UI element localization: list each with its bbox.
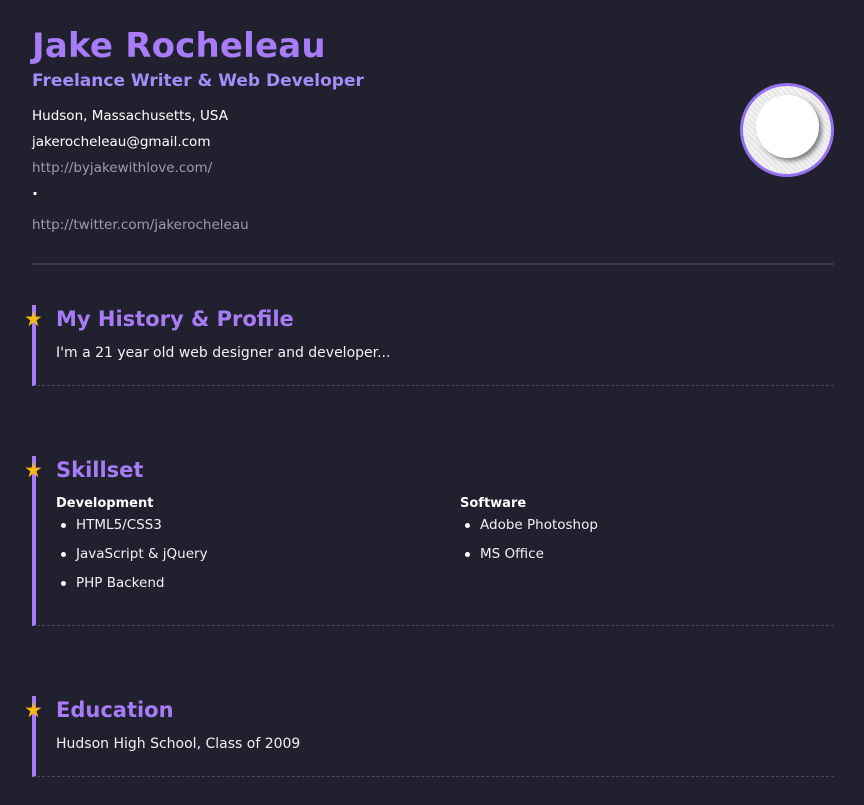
avatar-image: [756, 95, 819, 158]
star-icon: ★: [24, 307, 43, 331]
skill-item: PHP Backend: [56, 574, 208, 603]
skill-list: Adobe Photoshop MS Office: [460, 516, 598, 574]
section-title-skillset: Skillset: [56, 458, 144, 482]
website-link[interactable]: http://byjakewithlove.com/: [32, 160, 212, 176]
skill-group-heading: Development: [56, 496, 154, 511]
history-text: I'm a 21 year old web designer and devel…: [56, 345, 391, 361]
skill-item: HTML5/CSS3: [56, 516, 208, 545]
section-title-history: My History & Profile: [56, 307, 294, 331]
resume-header: Jake Rocheleau Freelance Writer & Web De…: [32, 24, 834, 264]
section-history: ★ My History & Profile I'm a 21 year old…: [24, 305, 834, 386]
skill-item: Adobe Photoshop: [460, 516, 598, 545]
section-education: ★ Education Hudson High School, Class of…: [24, 696, 834, 777]
full-name: Jake Rocheleau: [32, 26, 326, 66]
header-divider: [32, 263, 834, 265]
separator-dot: ·: [32, 184, 39, 203]
job-tagline: Freelance Writer & Web Developer: [32, 71, 364, 91]
skill-group-software: Software Adobe Photoshop MS Office: [460, 496, 598, 574]
star-icon: ★: [24, 698, 43, 722]
avatar: [740, 83, 834, 177]
section-title-education: Education: [56, 698, 174, 722]
twitter-link[interactable]: http://twitter.com/jakerocheleau: [32, 217, 249, 233]
skill-list: HTML5/CSS3 JavaScript & jQuery PHP Backe…: [56, 516, 208, 603]
skill-item: JavaScript & jQuery: [56, 545, 208, 574]
email-address: jakerocheleau@gmail.com: [32, 134, 211, 150]
education-text: Hudson High School, Class of 2009: [56, 736, 301, 752]
location: Hudson, Massachusetts, USA: [32, 108, 228, 124]
star-icon: ★: [24, 458, 43, 482]
skill-group-development: Development HTML5/CSS3 JavaScript & jQue…: [56, 496, 208, 603]
section-skillset: ★ Skillset Development HTML5/CSS3 JavaSc…: [24, 456, 834, 626]
skill-group-heading: Software: [460, 496, 527, 511]
skill-item: MS Office: [460, 545, 598, 574]
